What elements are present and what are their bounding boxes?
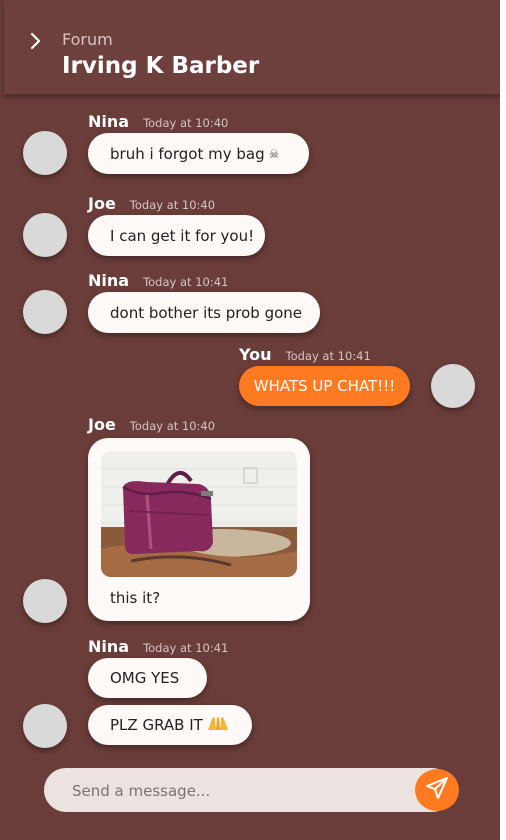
avatar[interactable] bbox=[431, 364, 475, 408]
timestamp: Today at 10:40 bbox=[129, 198, 216, 212]
sender-name: Nina bbox=[88, 271, 130, 290]
message-text: this it? bbox=[110, 589, 161, 607]
message-bubble: OMG YES bbox=[88, 658, 207, 698]
timestamp: Today at 10:40 bbox=[143, 116, 229, 130]
avatar[interactable] bbox=[23, 131, 67, 175]
avatar[interactable] bbox=[23, 290, 67, 334]
message-input[interactable] bbox=[70, 768, 404, 814]
message-text: bruh i forgot my bag bbox=[110, 144, 265, 163]
message-meta: Joe Today at 10:40 bbox=[88, 415, 215, 434]
send-button[interactable] bbox=[415, 769, 459, 811]
timestamp: Today at 10:41 bbox=[285, 349, 371, 363]
message-text: dont bother its prob gone bbox=[110, 303, 302, 322]
image-message-bubble: this it? bbox=[88, 438, 310, 621]
avatar[interactable] bbox=[23, 579, 67, 623]
channel-title: Irving K Barber bbox=[62, 53, 260, 79]
message-bubble: I can get it for you! bbox=[88, 215, 265, 256]
message-text: WHATS UP CHAT!!! bbox=[253, 377, 396, 395]
sender-name: Joe bbox=[88, 415, 116, 434]
message-meta: You Today at 10:41 bbox=[239, 345, 371, 364]
avatar[interactable] bbox=[23, 213, 67, 257]
avatar[interactable] bbox=[23, 704, 67, 748]
message-bubble: PLZ GRAB IT bbox=[88, 705, 252, 745]
message-text: OMG YES bbox=[110, 669, 180, 687]
timestamp: Today at 10:40 bbox=[129, 419, 216, 433]
chat-header: Forum Irving K Barber bbox=[4, 0, 500, 94]
purple-bag-photo[interactable] bbox=[101, 451, 297, 577]
message-meta: Nina Today at 10:41 bbox=[88, 637, 228, 656]
message-composer bbox=[44, 768, 459, 814]
message-text: I can get it for you! bbox=[110, 226, 255, 245]
message-bubble: dont bother its prob gone bbox=[88, 292, 320, 333]
sender-name: Nina bbox=[88, 112, 130, 131]
message-meta: Nina Today at 10:40 bbox=[88, 112, 228, 131]
my-message-bubble: WHATS UP CHAT!!! bbox=[239, 366, 410, 406]
forum-label: Forum bbox=[62, 30, 113, 49]
sender-name: Joe bbox=[88, 194, 116, 213]
timestamp: Today at 10:41 bbox=[143, 641, 229, 655]
message-meta: Nina Today at 10:41 bbox=[88, 271, 228, 290]
chat-screen: Forum Irving K Barber Nina Today at 10:4… bbox=[0, 0, 500, 840]
message-bubble: bruh i forgot my bag ☠ bbox=[88, 133, 309, 174]
sender-name: Nina bbox=[88, 637, 130, 656]
skull-icon: ☠ bbox=[268, 146, 280, 161]
timestamp: Today at 10:41 bbox=[143, 275, 229, 289]
message-meta: Joe Today at 10:40 bbox=[88, 194, 215, 213]
chevron-right-icon[interactable] bbox=[28, 32, 44, 50]
sender-name: You bbox=[239, 345, 272, 364]
folded-hands-icon bbox=[206, 715, 230, 735]
send-icon bbox=[425, 776, 449, 804]
message-text: PLZ GRAB IT bbox=[110, 716, 203, 734]
